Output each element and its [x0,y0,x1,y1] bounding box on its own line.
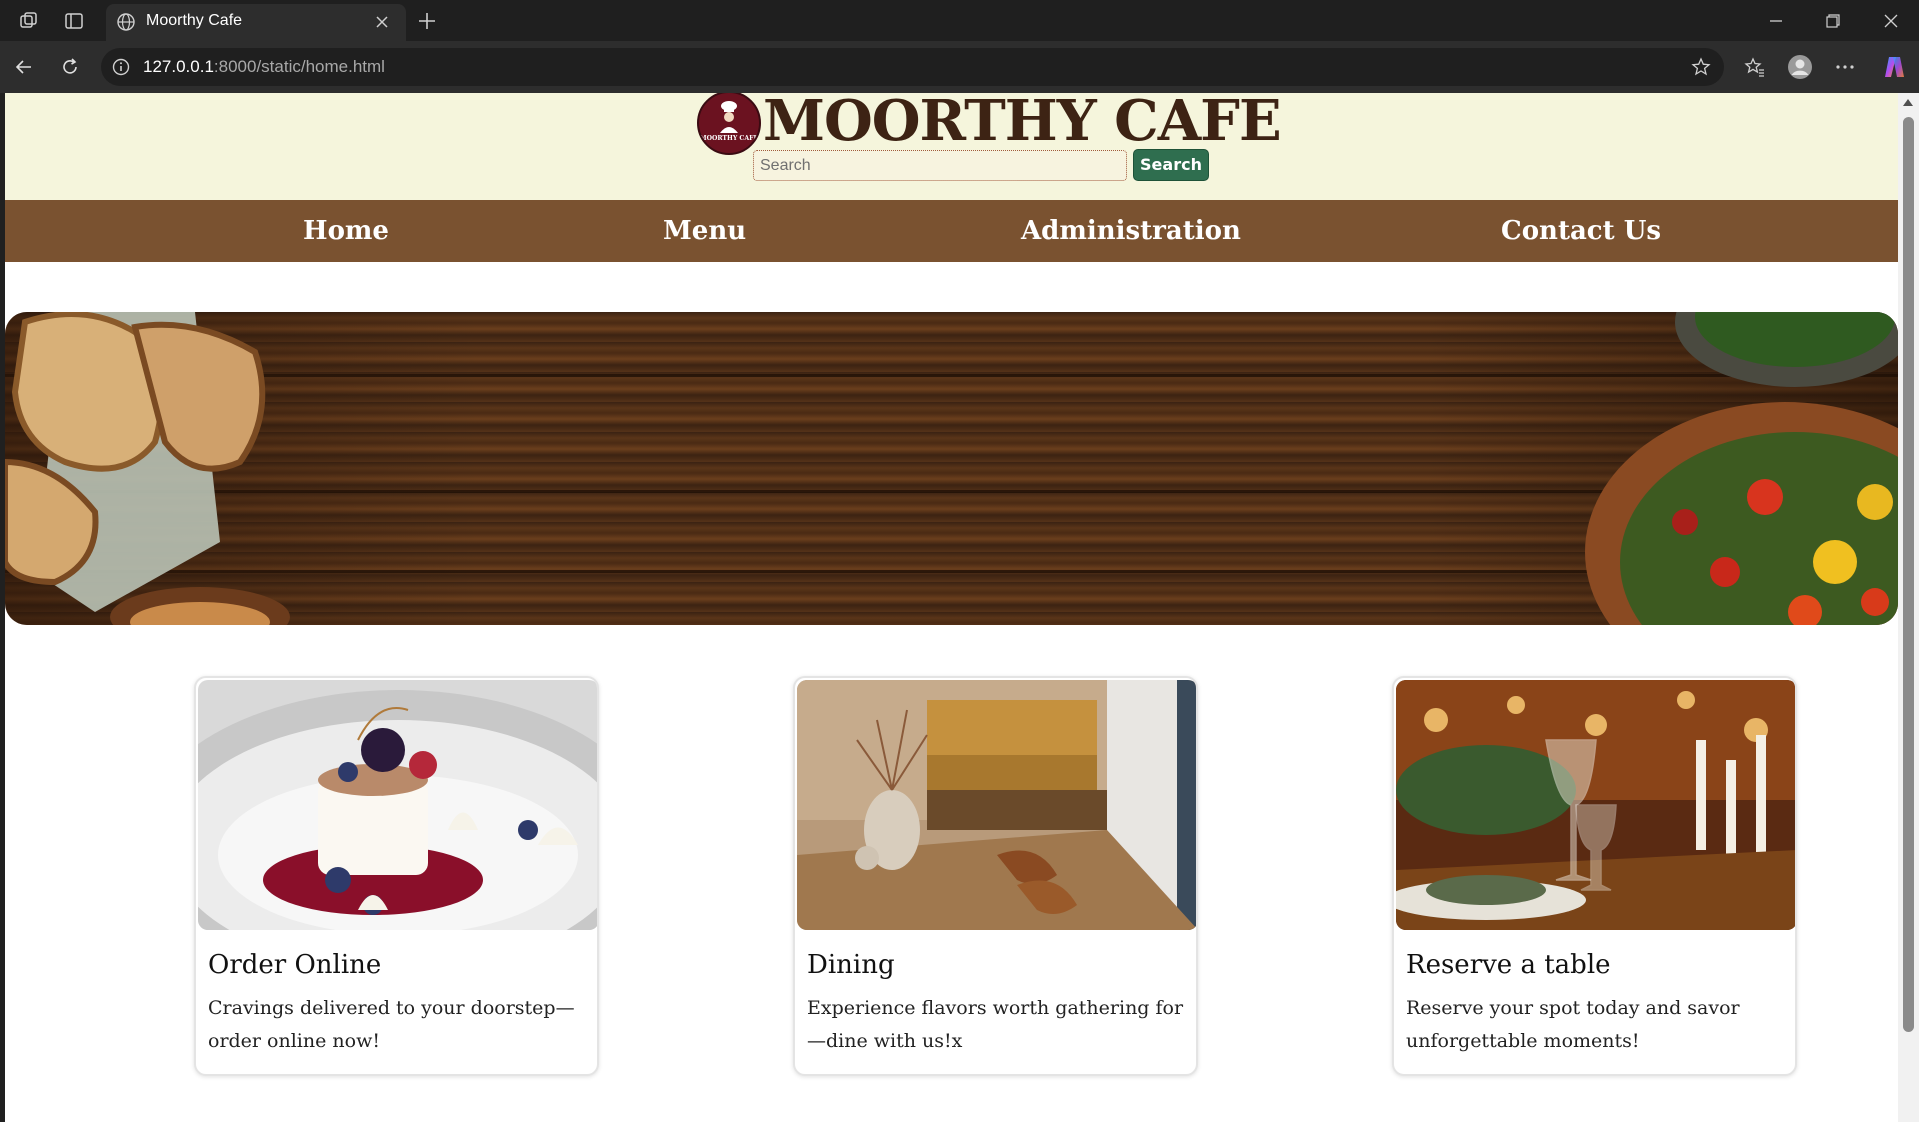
card-dining[interactable]: Dining Experience flavors worth gatherin… [793,676,1198,1076]
tab-title: Moorthy Cafe [146,12,243,29]
nav-link-menu[interactable]: Menu [663,214,746,248]
profile-avatar-icon[interactable] [1786,53,1814,81]
tab-actions-icon[interactable] [62,9,86,33]
url-text: 127.0.0.1:8000/static/home.html [143,56,385,78]
site-header: MOORTHY CAFE MOORTHY CAFE Search [5,93,1898,200]
nav-link-home[interactable]: Home [303,214,389,248]
dining-room-image [797,680,1196,930]
copilot-icon[interactable] [1880,53,1908,81]
card-text: Reserve your spot today and savor unforg… [1406,997,1740,1052]
page-scrollbar[interactable] [1898,93,1919,1122]
dessert-image [198,680,597,930]
workspaces-icon[interactable] [17,9,41,33]
scroll-up-arrow-icon[interactable] [1903,99,1913,106]
card-title: Reserve a table [1406,950,1611,980]
card-order-online[interactable]: Order Online Cravings delivered to your … [194,676,599,1076]
site-title: MOORTHY CAFE [763,93,1282,154]
url-host: 127.0.0.1 [143,57,214,76]
hero-banner-image [5,312,1898,625]
cafe-logo[interactable]: MOORTHY CAFE [697,93,761,155]
close-tab-icon[interactable] [372,12,392,32]
browser-tab[interactable]: Moorthy Cafe [106,4,406,41]
new-tab-icon[interactable] [414,8,440,34]
nav-link-administration[interactable]: Administration [1021,214,1241,248]
browser-tab-bar: Moorthy Cafe [0,0,1919,41]
address-bar[interactable]: 127.0.0.1:8000/static/home.html [101,48,1724,86]
card-text: Cravings delivered to your doorstep—orde… [208,997,575,1052]
reload-icon[interactable] [56,53,84,81]
card-text: Experience flavors worth gathering for—d… [807,997,1184,1052]
card-title: Dining [807,950,895,980]
card-reserve-table[interactable]: Reserve a table Reserve your spot today … [1392,676,1797,1076]
card-title: Order Online [208,950,382,980]
url-path: :8000/static/home.html [213,57,385,76]
table-setting-image [1396,680,1795,930]
page-viewport: MOORTHY CAFE MOORTHY CAFE Search Home Me… [5,93,1898,1122]
back-arrow-icon[interactable] [10,53,38,81]
scrollbar-thumb[interactable] [1903,117,1914,1032]
minimize-icon[interactable] [1756,8,1796,34]
close-window-icon[interactable] [1871,8,1911,34]
logo-text: MOORTHY CAFE [700,135,759,142]
favorites-icon[interactable] [1741,53,1769,81]
more-options-icon[interactable] [1831,53,1859,81]
site-info-icon[interactable] [111,57,131,77]
search-button[interactable]: Search [1133,149,1209,181]
search-input[interactable] [753,150,1127,181]
globe-icon [116,12,136,32]
nav-link-contact[interactable]: Contact Us [1501,214,1661,248]
browser-toolbar: 127.0.0.1:8000/static/home.html [0,41,1919,93]
main-nav: Home Menu Administration Contact Us [5,200,1898,262]
favorite-star-icon[interactable] [1690,56,1712,78]
restore-icon[interactable] [1813,8,1853,34]
hero-food-illustration [5,312,1898,625]
